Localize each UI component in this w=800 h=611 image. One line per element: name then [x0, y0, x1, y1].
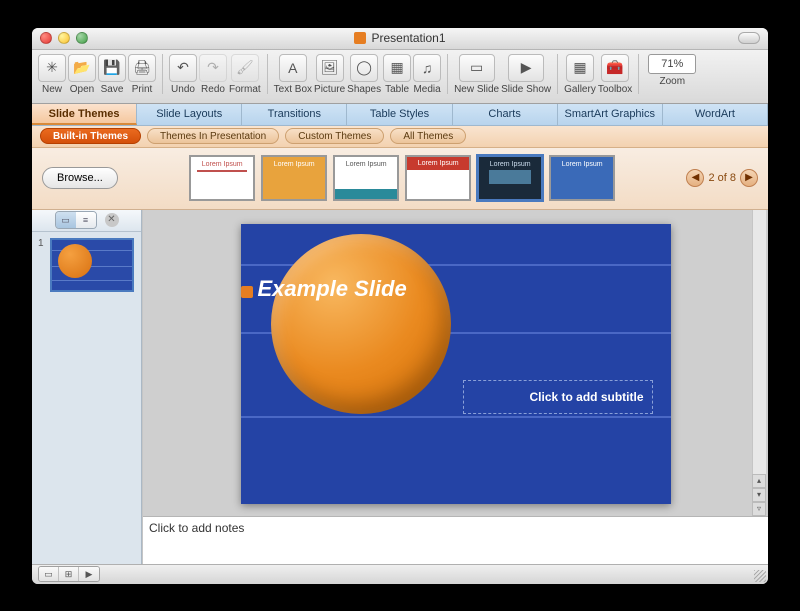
- theme-subtabs: Built-in Themes Themes In Presentation C…: [32, 126, 768, 148]
- window-title: Presentation1: [32, 31, 768, 45]
- content-area: ▭ ≡ ✕ 1: [32, 210, 768, 564]
- open-button[interactable]: 📂Open: [68, 54, 96, 95]
- prev-slide-button[interactable]: ▴: [752, 474, 766, 488]
- media-button[interactable]: ♫Media: [413, 54, 441, 95]
- sidebar-slide-item[interactable]: 1: [38, 238, 135, 292]
- window-controls: [32, 32, 88, 44]
- print-button[interactable]: 🖨Print: [128, 54, 156, 95]
- theme-thumb[interactable]: Lorem Ipsum: [189, 155, 255, 201]
- tab-transitions[interactable]: Transitions: [242, 104, 347, 125]
- tab-charts[interactable]: Charts: [453, 104, 558, 125]
- vertical-scrollbar[interactable]: [752, 210, 766, 516]
- gallery-button[interactable]: ▦Gallery: [564, 54, 596, 95]
- normal-view-button[interactable]: ▭: [39, 567, 59, 581]
- zoom-label: Zoom: [660, 76, 686, 87]
- sidebar-body: 1: [32, 232, 141, 564]
- tab-smartart[interactable]: SmartArt Graphics: [558, 104, 663, 125]
- next-slide-button[interactable]: ▾: [752, 488, 766, 502]
- theme-thumbnails: Lorem Ipsum Lorem Ipsum Lorem Ipsum Lore…: [126, 155, 679, 201]
- slideshow-button[interactable]: ▶Slide Show: [501, 54, 551, 95]
- theme-gallery: Browse... Lorem Ipsum Lorem Ipsum Lorem …: [32, 148, 768, 210]
- subtab-builtin[interactable]: Built-in Themes: [40, 128, 141, 144]
- slide-canvas[interactable]: Example Slide Click to add subtitle: [241, 224, 671, 504]
- notes-pane[interactable]: Click to add notes: [143, 516, 768, 564]
- view-mode-buttons: ▭ ⊞ ▶: [38, 566, 100, 582]
- save-button[interactable]: 💾Save: [98, 54, 126, 95]
- browse-button[interactable]: Browse...: [42, 167, 118, 189]
- main-toolbar: ✳New 📂Open 💾Save 🖨Print ↶Undo ↷Redo 🖌For…: [32, 50, 768, 104]
- newslide-button[interactable]: ▭New Slide: [454, 54, 499, 95]
- canvas-area[interactable]: Example Slide Click to add subtitle ▴ ▾ …: [143, 210, 768, 516]
- subtab-in-presentation[interactable]: Themes In Presentation: [147, 128, 279, 144]
- zoom-window-button[interactable]: [76, 32, 88, 44]
- tab-slide-layouts[interactable]: Slide Layouts: [137, 104, 242, 125]
- new-button[interactable]: ✳New: [38, 54, 66, 95]
- sorter-view-button[interactable]: ⊞: [59, 567, 79, 581]
- slide-number: 1: [38, 238, 46, 249]
- sidebar-close-button[interactable]: ✕: [105, 213, 119, 227]
- shapes-button[interactable]: ◯Shapes: [347, 54, 381, 95]
- gallery-pager: ◀ 2 of 8 ▶: [686, 169, 758, 187]
- textbox-button[interactable]: AText Box: [274, 54, 312, 95]
- theme-thumb-selected[interactable]: Lorem Ipsum: [477, 155, 543, 201]
- theme-thumb[interactable]: Lorem Ipsum: [333, 155, 399, 201]
- statusbar: ▭ ⊞ ▶: [32, 564, 768, 584]
- toolbar-toggle-button[interactable]: [738, 32, 760, 44]
- sidebar-slides-view[interactable]: ▭: [56, 212, 76, 228]
- notes-placeholder: Click to add notes: [149, 521, 244, 535]
- pager-prev-button[interactable]: ◀: [686, 169, 704, 187]
- slide-sidebar: ▭ ≡ ✕ 1: [32, 210, 142, 564]
- app-window: Presentation1 ✳New 📂Open 💾Save 🖨Print ↶U…: [32, 28, 768, 584]
- minimize-window-button[interactable]: [58, 32, 70, 44]
- slide-title-text[interactable]: Example Slide: [241, 276, 653, 302]
- resize-handle[interactable]: [754, 570, 766, 582]
- theme-thumb[interactable]: Lorem Ipsum: [549, 155, 615, 201]
- slide-thumbnail[interactable]: [50, 238, 134, 292]
- thumb-shape-icon: [58, 244, 92, 278]
- slideshow-view-button[interactable]: ▶: [79, 567, 99, 581]
- pager-next-button[interactable]: ▶: [740, 169, 758, 187]
- slide-shape-circle[interactable]: [271, 234, 451, 414]
- format-button[interactable]: 🖌Format: [229, 54, 261, 95]
- editor-pane: Example Slide Click to add subtitle ▴ ▾ …: [142, 210, 768, 564]
- theme-thumb[interactable]: Lorem Ipsum: [405, 155, 471, 201]
- sidebar-outline-view[interactable]: ≡: [76, 212, 96, 228]
- toolbox-button[interactable]: 🧰Toolbox: [598, 54, 632, 95]
- close-window-button[interactable]: [40, 32, 52, 44]
- tab-table-styles[interactable]: Table Styles: [347, 104, 452, 125]
- slide-subtitle-placeholder[interactable]: Click to add subtitle: [463, 380, 653, 414]
- pager-label: 2 of 8: [708, 172, 736, 184]
- picture-button[interactable]: 🖼Picture: [314, 54, 345, 95]
- tab-wordart[interactable]: WordArt: [663, 104, 768, 125]
- ribbon-tabs: Slide Themes Slide Layouts Transitions T…: [32, 104, 768, 126]
- theme-thumb[interactable]: Lorem Ipsum: [261, 155, 327, 201]
- undo-button[interactable]: ↶Undo: [169, 54, 197, 95]
- scroll-down-button[interactable]: ▿: [752, 502, 766, 516]
- titlebar: Presentation1: [32, 28, 768, 50]
- redo-button[interactable]: ↷Redo: [199, 54, 227, 95]
- table-button[interactable]: ▦Table: [383, 54, 411, 95]
- subtab-all[interactable]: All Themes: [390, 128, 466, 144]
- subtab-custom[interactable]: Custom Themes: [285, 128, 384, 144]
- zoom-group: 71% Zoom: [645, 54, 699, 87]
- tab-slide-themes[interactable]: Slide Themes: [32, 104, 137, 125]
- zoom-input[interactable]: 71%: [648, 54, 696, 74]
- sidebar-view-tabs: ▭ ≡ ✕: [32, 210, 141, 232]
